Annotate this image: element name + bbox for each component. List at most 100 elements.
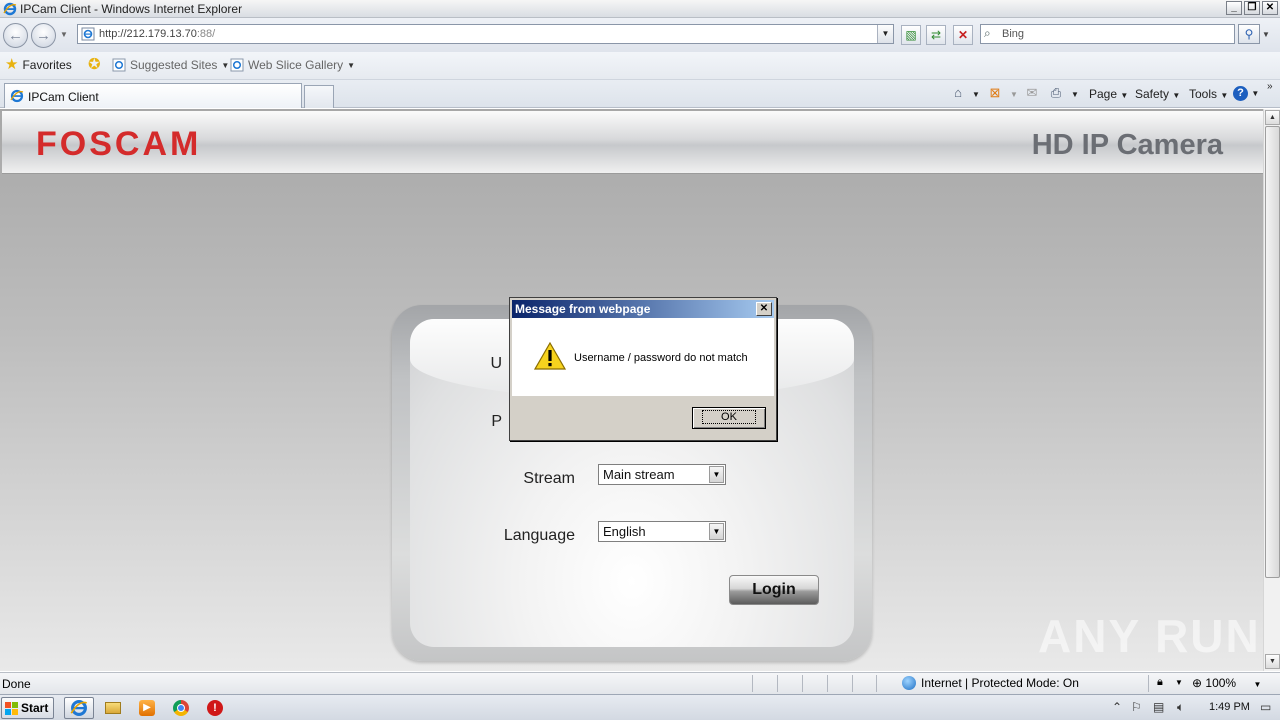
search-options-dropdown[interactable]: ▼	[1262, 30, 1270, 39]
search-field[interactable]: ⌕ Bing	[980, 24, 1235, 44]
forward-arrow-icon: →	[36, 27, 51, 44]
home-dropdown[interactable]: ▼	[972, 90, 980, 99]
scroll-down-arrow-icon[interactable]: ▼	[1265, 654, 1280, 669]
feeds-dropdown[interactable]: ▼	[1010, 90, 1018, 99]
close-window-button[interactable]: ✕	[1262, 1, 1278, 15]
dialog-body: Username / password do not match	[512, 318, 774, 396]
address-field[interactable]: http://212.179.13.70:88/ ▼	[77, 24, 894, 44]
ok-button-label: OK	[702, 410, 756, 424]
scroll-up-arrow-icon[interactable]: ▲	[1265, 110, 1280, 125]
foscam-header: FOSCAM HD IP Camera	[2, 111, 1263, 174]
dialog-title-bar[interactable]: Message from webpage ✕	[512, 300, 774, 318]
web-slice-gallery-link[interactable]: Web Slice Gallery ▼	[230, 58, 355, 72]
status-cell	[852, 675, 876, 692]
login-button[interactable]: Login	[729, 575, 819, 605]
chevron-down-icon: ▼	[709, 466, 724, 483]
warning-icon	[534, 342, 566, 370]
stream-select[interactable]: Main stream ▼	[598, 464, 726, 485]
favorites-button[interactable]: ★ Favorites	[5, 56, 72, 73]
globe-icon	[902, 676, 916, 690]
add-to-favorites-bar-button[interactable]: ✪	[88, 56, 101, 73]
window-title-bar: IPCam Client - Windows Internet Explorer…	[0, 0, 1280, 18]
favorites-star-icon: ★	[5, 56, 19, 73]
taskbar-chrome[interactable]	[166, 697, 196, 719]
tab-ipcam-client[interactable]: IPCam Client	[4, 83, 302, 108]
stop-button[interactable]: ✕	[953, 25, 973, 45]
forward-button[interactable]: →	[31, 23, 56, 48]
page-title: HD IP Camera	[1031, 129, 1223, 161]
start-label: Start	[21, 701, 49, 715]
safety-menu[interactable]: Safety ▼	[1135, 87, 1180, 101]
ie-page-icon	[112, 58, 126, 72]
protected-mode-lock[interactable]: 🔒︎ ▼	[1148, 675, 1188, 692]
home-button[interactable]: ⌂	[949, 85, 967, 101]
chevron-down-icon: ▼	[1175, 678, 1183, 687]
ok-button[interactable]: OK	[692, 407, 766, 429]
folder-icon	[105, 702, 121, 714]
refresh-button[interactable]: ⇄	[926, 25, 946, 45]
tab-label: IPCam Client	[28, 90, 99, 104]
vertical-scrollbar[interactable]: ▲ ▼	[1263, 109, 1280, 671]
status-cell	[876, 675, 900, 692]
taskbar-stop-app[interactable]: !	[200, 697, 230, 719]
tools-menu[interactable]: Tools ▼	[1189, 87, 1228, 101]
printer-icon: ⎙	[1050, 85, 1062, 100]
action-center-flag-icon[interactable]: ⚐	[1131, 700, 1142, 714]
more-commands-chevron-icon[interactable]: »	[1267, 81, 1273, 92]
new-tab-button[interactable]	[304, 85, 334, 108]
tab-row: IPCam Client ⌂ ▼ ⊠ ▼ ✉ ⎙ ▼ Page ▼ Safety…	[0, 80, 1280, 108]
safety-menu-label: Safety	[1135, 87, 1170, 101]
network-icon[interactable]: ▤	[1153, 700, 1164, 714]
back-button[interactable]: ←	[3, 23, 28, 48]
read-mail-button[interactable]: ✉	[1023, 85, 1041, 101]
restore-button[interactable]: ❐	[1244, 1, 1260, 15]
add-favorite-icon: ✪	[88, 56, 101, 73]
suggested-sites-link[interactable]: Suggested Sites ▼	[112, 58, 229, 72]
scrollbar-thumb[interactable]	[1265, 126, 1280, 578]
dialog-close-button[interactable]: ✕	[756, 302, 772, 316]
taskbar-explorer[interactable]	[98, 697, 128, 719]
chrome-icon	[173, 700, 189, 716]
stop-icon: ✕	[957, 28, 969, 42]
mail-icon: ✉	[1026, 85, 1038, 100]
rss-feed-icon: ⊠	[989, 85, 1001, 100]
favorites-bar: ★ Favorites ✪ Suggested Sites ▼ Web Slic…	[0, 52, 1280, 80]
refresh-icon: ⇄	[930, 28, 942, 42]
language-select[interactable]: English ▼	[598, 521, 726, 542]
help-icon: ?	[1233, 86, 1248, 101]
chevron-down-icon: ▼	[1253, 680, 1262, 689]
tools-menu-label: Tools	[1189, 87, 1218, 101]
ie-page-icon	[230, 58, 244, 72]
taskbar-media-player[interactable]: ▶	[132, 697, 162, 719]
zoom-level: 100%	[1205, 676, 1237, 690]
chevron-down-icon: ▼	[1172, 91, 1181, 100]
zoom-control[interactable]: ⊕ 100% ▼	[1192, 676, 1261, 690]
ie-logo-icon	[70, 700, 87, 716]
compatibility-icon: ▧	[905, 28, 917, 42]
volume-icon[interactable]: 🔈︎	[1177, 700, 1184, 715]
chevron-down-icon: ▼	[709, 523, 724, 540]
compatibility-view-button[interactable]: ▧	[901, 25, 921, 45]
security-zone[interactable]: Internet | Protected Mode: On	[902, 676, 1079, 690]
print-button[interactable]: ⎙	[1047, 85, 1065, 101]
no-entry-icon: !	[207, 700, 223, 716]
address-dropdown-button[interactable]: ▼	[877, 25, 893, 43]
show-hidden-icons-chevron-icon[interactable]: ⌃	[1112, 700, 1122, 714]
page-menu[interactable]: Page ▼	[1089, 87, 1128, 101]
recent-pages-dropdown[interactable]: ▼	[60, 30, 68, 39]
chevron-down-icon: ▼	[1220, 91, 1229, 100]
media-player-icon: ▶	[139, 700, 155, 716]
minimize-button[interactable]: _	[1226, 1, 1242, 15]
search-button[interactable]: ⚲	[1238, 24, 1260, 44]
taskbar-internet-explorer[interactable]	[64, 697, 94, 719]
web-slice-gallery-label: Web Slice Gallery	[248, 58, 344, 72]
help-menu[interactable]: ? ▼	[1233, 85, 1259, 101]
home-icon: ⌂	[954, 85, 962, 100]
start-button[interactable]: Start	[1, 697, 54, 719]
feeds-button[interactable]: ⊠	[986, 85, 1004, 101]
clock[interactable]: 1:49 PM	[1209, 701, 1250, 713]
page-menu-label: Page	[1089, 87, 1118, 101]
show-desktop-icon[interactable]: ▭	[1260, 700, 1271, 714]
print-dropdown[interactable]: ▼	[1071, 90, 1079, 99]
alert-dialog: Message from webpage ✕ Username / passwo…	[509, 297, 777, 441]
